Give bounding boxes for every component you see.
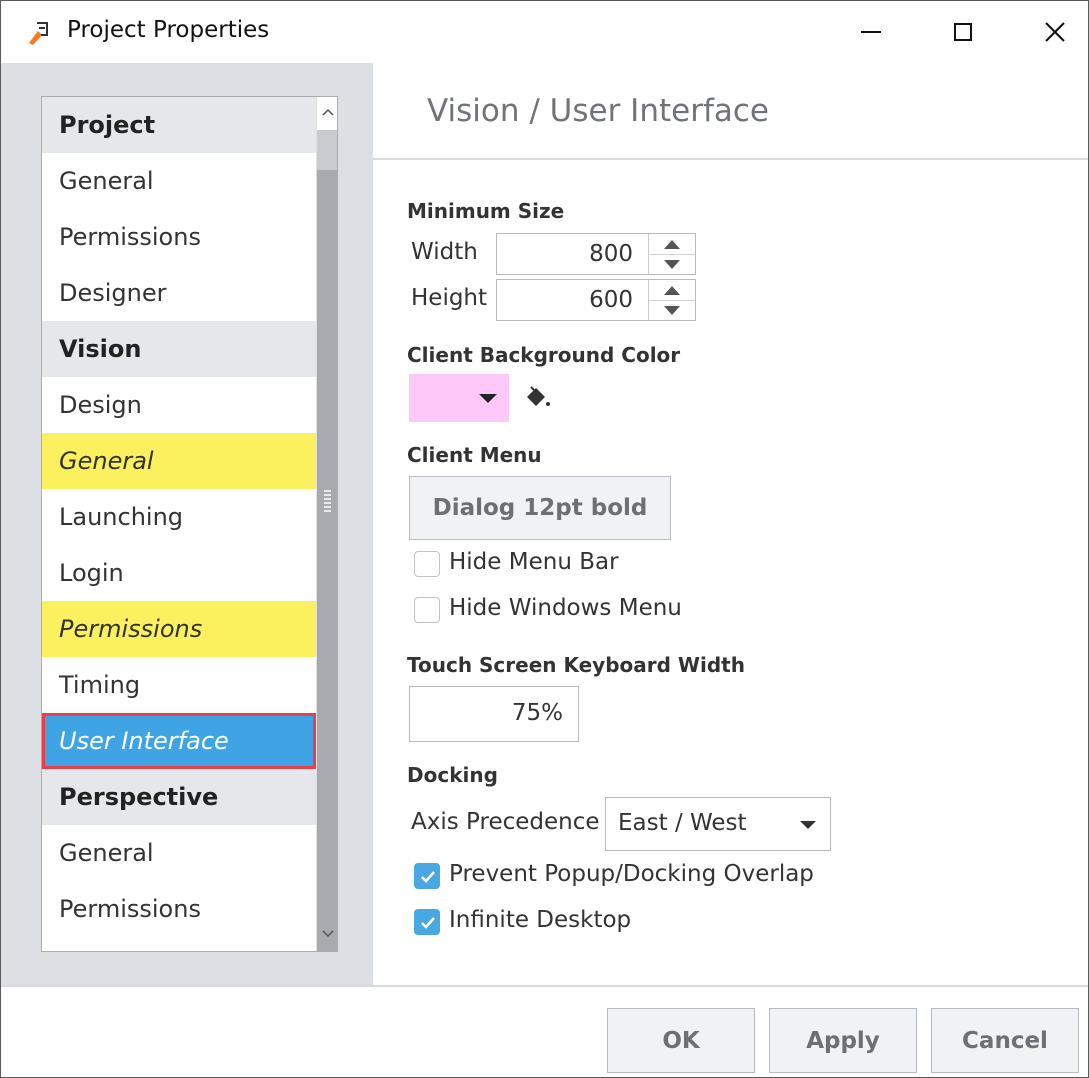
checkmark-icon [421, 917, 435, 929]
ignition-app-icon [29, 22, 48, 45]
keyboard-width-label: Touch Screen Keyboard Width [407, 653, 745, 677]
sidebar-item-general[interactable]: General [42, 433, 316, 489]
background-color-label: Client Background Color [407, 343, 681, 367]
axis-precedence-value: East / West [618, 810, 747, 836]
arrow-up-icon [664, 239, 680, 249]
arrow-up-icon [664, 285, 680, 295]
height-spinner[interactable]: 600 [496, 279, 696, 321]
sidebar-scrollbar[interactable] [316, 97, 337, 951]
sidebar-item-general[interactable]: General [42, 153, 316, 209]
prevent-overlap-checkbox[interactable] [414, 863, 440, 889]
prevent-overlap-label: Prevent Popup/Docking Overlap [449, 861, 814, 887]
hide-windows-menu-label: Hide Windows Menu [449, 595, 682, 621]
checkmark-icon [421, 871, 435, 883]
menu-font-button[interactable]: Dialog 12pt bold [409, 476, 671, 540]
axis-precedence-select[interactable]: East / West [605, 797, 831, 851]
width-spinner[interactable]: 800 [496, 233, 696, 275]
minimize-button[interactable] [825, 1, 917, 63]
hide-menu-bar-checkbox[interactable] [414, 551, 440, 577]
keyboard-width-input[interactable]: 75% [409, 686, 579, 742]
ok-button[interactable]: OK [607, 1008, 755, 1073]
background-color-picker[interactable] [409, 374, 509, 422]
minimum-size-label: Minimum Size [407, 199, 565, 223]
sidebar-item-permissions[interactable]: Permissions [42, 881, 316, 937]
docking-label: Docking [407, 763, 498, 787]
cancel-button[interactable]: Cancel [931, 1008, 1079, 1073]
hide-menu-bar-label: Hide Menu Bar [449, 549, 619, 575]
sidebar-item-login[interactable]: Login [42, 545, 316, 601]
axis-precedence-label: Axis Precedence [411, 809, 600, 835]
paint-bucket-icon[interactable] [521, 383, 553, 415]
infinite-desktop-checkbox[interactable] [414, 909, 440, 935]
window-title: Project Properties [67, 17, 270, 43]
width-increment-button[interactable] [649, 234, 695, 255]
title-bar: Project Properties [1, 1, 1088, 63]
close-button[interactable] [1009, 1, 1089, 63]
sidebar-panel: Project General Permissions Designer Vision D… [1, 63, 373, 985]
scroll-down-button[interactable] [317, 919, 337, 949]
width-decrement-button[interactable] [649, 254, 695, 274]
sidebar-item-permissions[interactable]: Permissions [42, 209, 316, 265]
section-title: Vision / User Interface [427, 93, 769, 129]
sidebar-item-permissions[interactable]: Permissions [42, 601, 316, 657]
height-value: 600 [589, 287, 633, 313]
apply-button[interactable]: Apply [769, 1008, 917, 1073]
height-decrement-button[interactable] [649, 300, 695, 320]
chevron-down-icon [321, 930, 334, 938]
sidebar-item-design[interactable]: Design [42, 377, 316, 433]
height-spinner-buttons [648, 280, 695, 320]
sidebar-item-general[interactable]: General [42, 825, 316, 881]
scroll-thumb[interactable] [317, 170, 337, 951]
width-spinner-buttons [648, 234, 695, 274]
close-icon [1045, 22, 1065, 42]
project-properties-dialog: Project Properties Project General Permiss… [0, 0, 1089, 1078]
infinite-desktop-label: Infinite Desktop [449, 907, 632, 933]
arrow-down-icon [664, 305, 680, 315]
sidebar-nav-list: Project General Permissions Designer Vision D… [41, 96, 338, 952]
height-label: Height [411, 285, 488, 311]
maximize-icon [954, 23, 972, 41]
sidebar-header-vision: Vision [42, 321, 316, 377]
width-label: Width [411, 239, 478, 265]
sidebar-item-designer[interactable]: Designer [42, 265, 316, 321]
height-increment-button[interactable] [649, 280, 695, 301]
settings-panel: Vision / User Interface Minimum Size Wid… [373, 63, 1088, 985]
chevron-up-icon [321, 108, 334, 116]
minimize-icon [861, 31, 881, 33]
scroll-grip-icon [324, 490, 331, 514]
chevron-down-icon [800, 821, 816, 829]
scroll-track[interactable] [317, 130, 337, 951]
sidebar-item-timing[interactable]: Timing [42, 657, 316, 713]
client-menu-label: Client Menu [407, 443, 542, 467]
sidebar-item-launching[interactable]: Launching [42, 489, 316, 545]
sidebar-items: Project General Permissions Designer Vision D… [42, 97, 316, 937]
maximize-button[interactable] [917, 1, 1009, 63]
scroll-up-button[interactable] [317, 97, 337, 127]
arrow-down-icon [664, 259, 680, 269]
dropdown-arrow-icon [479, 394, 497, 403]
width-value: 800 [589, 241, 633, 267]
sidebar-header-perspective: Perspective [42, 769, 316, 825]
hide-windows-menu-checkbox[interactable] [414, 597, 440, 623]
dialog-footer: OK Apply Cancel [1, 985, 1088, 1077]
section-divider [373, 158, 1088, 160]
sidebar-item-user-interface[interactable]: User Interface [42, 713, 316, 769]
sidebar-header-project: Project [42, 97, 316, 153]
keyboard-width-value: 75% [511, 700, 563, 726]
